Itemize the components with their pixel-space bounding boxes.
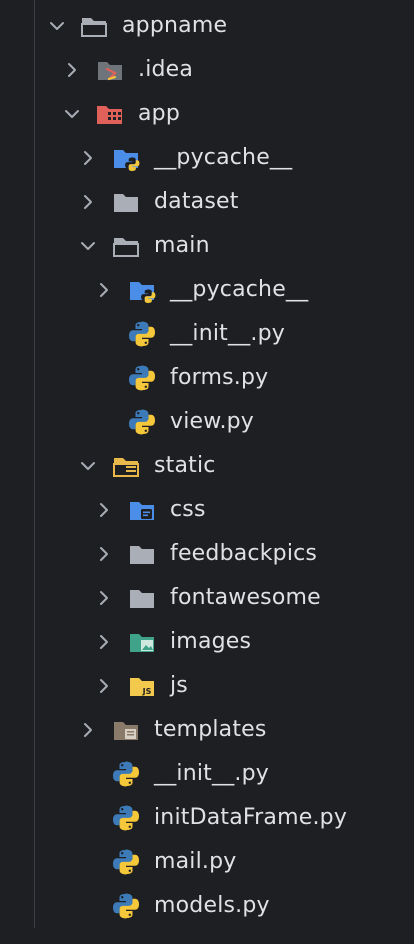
tree-item-label: models.py xyxy=(154,893,270,918)
chevron-right-icon[interactable] xyxy=(96,502,112,518)
tree-item-idea[interactable]: .idea xyxy=(0,48,414,92)
js-folder-icon xyxy=(127,671,157,701)
python-file-icon xyxy=(127,363,157,393)
python-folder-icon xyxy=(111,143,141,173)
chevron-right-icon[interactable] xyxy=(96,546,112,562)
tree-item-images[interactable]: images xyxy=(0,620,414,664)
tree-item-label: fontawesome xyxy=(170,585,321,610)
tree-item-initdataframe[interactable]: initDataFrame.py xyxy=(0,796,414,840)
chevron-right-icon[interactable] xyxy=(96,634,112,650)
chevron-right-icon[interactable] xyxy=(96,282,112,298)
folder-icon xyxy=(127,583,157,613)
tree-item-app-init[interactable]: __init__.py xyxy=(0,752,414,796)
tree-item-label: __pycache__ xyxy=(154,145,293,170)
chevron-down-icon[interactable] xyxy=(64,106,80,122)
tree-item-label: __init__.py xyxy=(154,761,269,786)
python-file-icon xyxy=(111,759,141,789)
tree-item-css[interactable]: css xyxy=(0,488,414,532)
tree-item-label: .idea xyxy=(138,57,194,82)
tree-item-main-pycache[interactable]: __pycache__ xyxy=(0,268,414,312)
chevron-right-icon[interactable] xyxy=(64,62,80,78)
folder-icon xyxy=(111,187,141,217)
chevron-down-icon[interactable] xyxy=(49,18,65,34)
tree-item-app[interactable]: app xyxy=(0,92,414,136)
chevron-down-icon[interactable] xyxy=(80,238,96,254)
tree-item-label: forms.py xyxy=(170,365,269,390)
python-folder-icon xyxy=(127,275,157,305)
tree-item-dataset[interactable]: dataset xyxy=(0,180,414,224)
tree-item-label: css xyxy=(170,497,206,522)
templates-folder-icon xyxy=(111,715,141,745)
package-folder-icon xyxy=(95,99,125,129)
tree-item-main-init[interactable]: __init__.py xyxy=(0,312,414,356)
tree-item-app-pycache[interactable]: __pycache__ xyxy=(0,136,414,180)
tree-item-appname[interactable]: appname xyxy=(0,4,414,48)
tree-item-static[interactable]: static xyxy=(0,444,414,488)
chevron-right-icon[interactable] xyxy=(96,678,112,694)
tree-item-label: initDataFrame.py xyxy=(154,805,348,830)
tree-item-main[interactable]: main xyxy=(0,224,414,268)
tree-item-label: feedbackpics xyxy=(170,541,318,566)
folder-icon xyxy=(127,539,157,569)
css-folder-icon xyxy=(127,495,157,525)
tree-item-forms[interactable]: forms.py xyxy=(0,356,414,400)
python-file-icon xyxy=(111,891,141,921)
tree-item-label: app xyxy=(138,101,181,126)
tree-item-label: view.py xyxy=(170,409,255,434)
tree-item-label: __init__.py xyxy=(170,321,285,346)
tree-item-label: dataset xyxy=(154,189,239,214)
tree-item-label: mail.py xyxy=(154,849,237,874)
tree-item-label: static xyxy=(154,453,216,478)
tree-item-label: templates xyxy=(154,717,267,742)
tree-item-label: __pycache__ xyxy=(170,277,309,302)
images-folder-icon xyxy=(127,627,157,657)
tree-item-fontawesome[interactable]: fontawesome xyxy=(0,576,414,620)
tree-item-label: js xyxy=(170,673,188,698)
tree-item-label: main xyxy=(154,233,210,258)
tree-item-templates[interactable]: templates xyxy=(0,708,414,752)
tree-item-js[interactable]: js xyxy=(0,664,414,708)
folder-open-icon xyxy=(79,11,109,41)
tree-item-label: images xyxy=(170,629,252,654)
python-file-icon xyxy=(111,803,141,833)
chevron-right-icon[interactable] xyxy=(80,150,96,166)
tree-item-mail[interactable]: mail.py xyxy=(0,840,414,884)
project-file-tree: appname .idea app __pycache__ dataset ma… xyxy=(0,0,414,944)
folder-open-icon xyxy=(111,231,141,261)
chevron-right-icon[interactable] xyxy=(96,590,112,606)
tree-item-feedbackpics[interactable]: feedbackpics xyxy=(0,532,414,576)
chevron-right-icon[interactable] xyxy=(80,722,96,738)
python-file-icon xyxy=(111,847,141,877)
chevron-down-icon[interactable] xyxy=(80,458,96,474)
chevron-right-icon[interactable] xyxy=(80,194,96,210)
tree-item-label: appname xyxy=(122,13,228,38)
tree-item-view[interactable]: view.py xyxy=(0,400,414,444)
resources-folder-icon xyxy=(111,451,141,481)
python-file-icon xyxy=(127,407,157,437)
python-file-icon xyxy=(127,319,157,349)
tree-item-models[interactable]: models.py xyxy=(0,884,414,928)
idea-folder-icon xyxy=(95,55,125,85)
